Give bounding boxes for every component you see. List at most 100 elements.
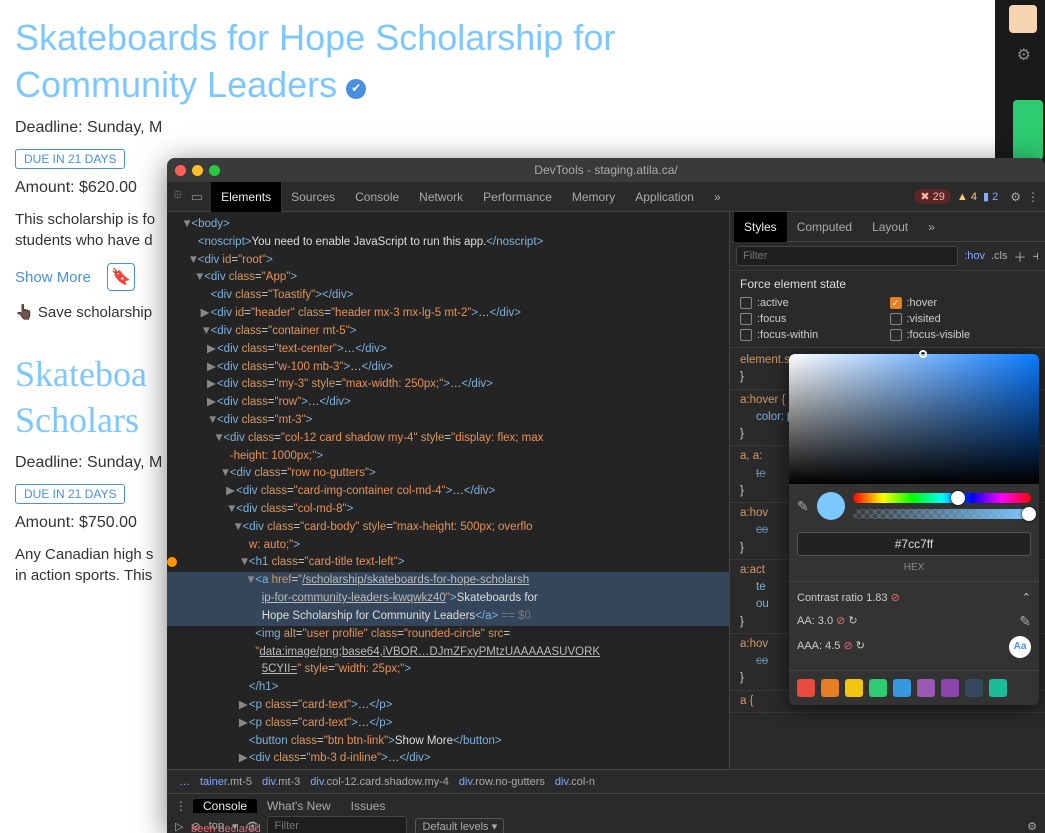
palette-swatch[interactable] [893, 679, 911, 697]
alpha-slider[interactable] [853, 509, 1031, 519]
crumb[interactable]: div.col-n [551, 776, 599, 788]
styles-tab-layout[interactable]: Layout [862, 212, 918, 242]
dom-line[interactable]: </h1> [167, 679, 729, 697]
more-icon[interactable]: » [918, 212, 945, 242]
dom-line[interactable]: ▶<div class="text-center">…</div> [167, 341, 729, 359]
force-visited[interactable]: :visited [890, 313, 1036, 325]
console-settings-icon[interactable]: ⚙ [1027, 820, 1037, 833]
dom-line[interactable]: ▼<h1 class="card-title text-left"> [167, 554, 729, 572]
palette-swatch[interactable] [965, 679, 983, 697]
devtools-titlebar[interactable]: DevTools - staging.atila.ca/ [167, 158, 1045, 182]
toggle-panel-icon[interactable]: ⫞ [1033, 248, 1040, 264]
palette-swatch[interactable] [989, 679, 1007, 697]
palette-swatch[interactable] [797, 679, 815, 697]
dom-line[interactable]: ▶<div class="mb-3 d-inline">…</div> [167, 750, 729, 768]
hue-slider[interactable] [853, 493, 1031, 503]
pen-icon[interactable]: ✎ [1019, 611, 1031, 632]
more-tabs-icon[interactable]: » [704, 182, 731, 212]
info-count[interactable]: ▮ 2 [983, 190, 998, 203]
console-filter-input[interactable] [267, 816, 407, 833]
dom-line[interactable]: ▼<div class="App"> [167, 269, 729, 287]
bookmark-icon[interactable]: 🔖 [107, 263, 135, 291]
palette-swatch[interactable] [941, 679, 959, 697]
css-rules[interactable]: ✎ HEX Contrast ratio 1.83 ⊘⌃ AA: 3.0 ⊘ ↻… [730, 348, 1045, 769]
breadcrumb[interactable]: …tainer.mt-5div.mt-3div.col-12.card.shad… [167, 769, 1045, 793]
minimize-icon[interactable] [192, 165, 203, 176]
show-more-button[interactable]: Show More [15, 269, 91, 286]
hov-toggle[interactable]: :hov [964, 250, 985, 262]
dom-line[interactable]: ▼<div class="container mt-5"> [167, 323, 729, 341]
dom-line[interactable]: ▼<div id="root"> [167, 252, 729, 270]
close-icon[interactable] [175, 165, 186, 176]
log-levels[interactable]: Default levels ▾ [415, 818, 504, 833]
error-count[interactable]: ✖ 29 [914, 189, 951, 204]
console-tab-issues[interactable]: Issues [341, 799, 396, 813]
new-rule-icon[interactable]: ＋ [1013, 247, 1026, 266]
force-active[interactable]: :active [740, 297, 886, 309]
dom-line[interactable]: ▼<div class="col-md-8"> [167, 501, 729, 519]
dom-line[interactable]: 5CYII=" style="width: 25px;"> [167, 661, 729, 679]
dom-line[interactable]: ▼<body> [167, 216, 729, 234]
dom-line[interactable]: ▶<p class="card-text">…</p> [167, 697, 729, 715]
hex-input[interactable] [797, 532, 1031, 556]
scholarship-title[interactable]: Skateboards for Hope Scholarship for Com… [15, 15, 705, 109]
tab-elements[interactable]: Elements [211, 182, 281, 212]
dom-line[interactable]: ▶<div class="w-100 mb-3">…</div> [167, 359, 729, 377]
cls-toggle[interactable]: .cls [991, 250, 1008, 262]
settings-icon[interactable]: ⚙ [1010, 190, 1021, 204]
gear-icon[interactable]: ⚙ [1017, 45, 1031, 65]
styles-tab-styles[interactable]: Styles [734, 212, 787, 242]
dom-line[interactable]: <div class="Toastify"></div> [167, 287, 729, 305]
color-picker[interactable]: ✎ HEX Contrast ratio 1.83 ⊘⌃ AA: 3.0 ⊘ ↻… [789, 354, 1039, 705]
console-tab-console[interactable]: Console [193, 799, 257, 813]
dom-line[interactable]: w: auto;"> [167, 537, 729, 555]
warning-count[interactable]: ▲ 4 [957, 191, 977, 203]
dom-line[interactable]: ▼<div class="row no-gutters"> [167, 465, 729, 483]
styles-filter-input[interactable] [736, 246, 958, 266]
crumb[interactable]: div.mt-3 [258, 776, 304, 788]
tab-network[interactable]: Network [409, 182, 473, 212]
force-focus[interactable]: :focus [740, 313, 886, 325]
dom-line[interactable]: <img alt="user profile" class="rounded-c… [167, 626, 729, 644]
dom-line[interactable]: ▶<div id="header" class="header mx-3 mx-… [167, 305, 729, 323]
dom-line[interactable]: <button class="btn btn-link">Show More</… [167, 733, 729, 751]
dom-line[interactable]: "data:image/png;base64,iVBOR…DJmZFxyPMtz… [167, 644, 729, 662]
styles-tab-computed[interactable]: Computed [787, 212, 862, 242]
dom-line[interactable]: ▼<a href="/scholarship/skateboards-for-h… [167, 572, 729, 590]
crumb[interactable]: div.col-12.card.shadow.my-4 [306, 776, 453, 788]
dom-line[interactable]: -height: 1000px;"> [167, 448, 729, 466]
inspect-icon[interactable]: ⯐ [173, 186, 183, 208]
force-hover[interactable]: ✓:hover [890, 297, 1036, 309]
dom-line[interactable]: <noscript>You need to enable JavaScript … [167, 234, 729, 252]
palette-swatch[interactable] [869, 679, 887, 697]
dom-line[interactable]: ▼<div class="col-12 card shadow my-4" st… [167, 430, 729, 448]
dom-line[interactable]: ▼<div class="card-body" style="max-heigh… [167, 519, 729, 537]
saturation-field[interactable] [789, 354, 1039, 484]
dom-line[interactable]: ▶<div class="row">…</div> [167, 394, 729, 412]
palette-swatch[interactable] [821, 679, 839, 697]
dom-line[interactable]: ▼<div class="mt-3"> [167, 412, 729, 430]
traffic-lights[interactable] [175, 165, 220, 176]
crumb[interactable]: … [175, 776, 194, 788]
maximize-icon[interactable] [209, 165, 220, 176]
crumb[interactable]: div.row.no-gutters [455, 776, 549, 788]
dom-line[interactable]: ▶<div class="card-img-container col-md-4… [167, 483, 729, 501]
console-menu-icon[interactable]: ⋮ [175, 799, 187, 813]
dom-line[interactable]: ▶<div class="my-3" style="max-width: 250… [167, 376, 729, 394]
force-focus-within[interactable]: :focus-within [740, 329, 886, 341]
tab-application[interactable]: Application [625, 182, 704, 212]
dom-line[interactable]: ▶<p class="card-text">…</p> [167, 715, 729, 733]
tab-memory[interactable]: Memory [562, 182, 625, 212]
dom-tree[interactable]: ▼<body> <noscript>You need to enable Jav… [167, 212, 729, 769]
dom-line[interactable]: Hope Scholarship for Community Leaders</… [167, 608, 729, 626]
console-tab-what-s-new[interactable]: What's New [257, 799, 341, 813]
avatar[interactable] [1009, 5, 1037, 33]
palette-swatch[interactable] [917, 679, 935, 697]
tab-console[interactable]: Console [345, 182, 409, 212]
crumb[interactable]: tainer.mt-5 [196, 776, 256, 788]
dom-line[interactable]: ip-for-community-leaders-kwqwkz40">Skate… [167, 590, 729, 608]
device-icon[interactable]: ▭ [191, 189, 203, 205]
menu-icon[interactable]: ⋮ [1027, 190, 1039, 204]
expand-icon[interactable]: ⌃ [1022, 590, 1031, 607]
color-palette[interactable] [789, 670, 1039, 705]
